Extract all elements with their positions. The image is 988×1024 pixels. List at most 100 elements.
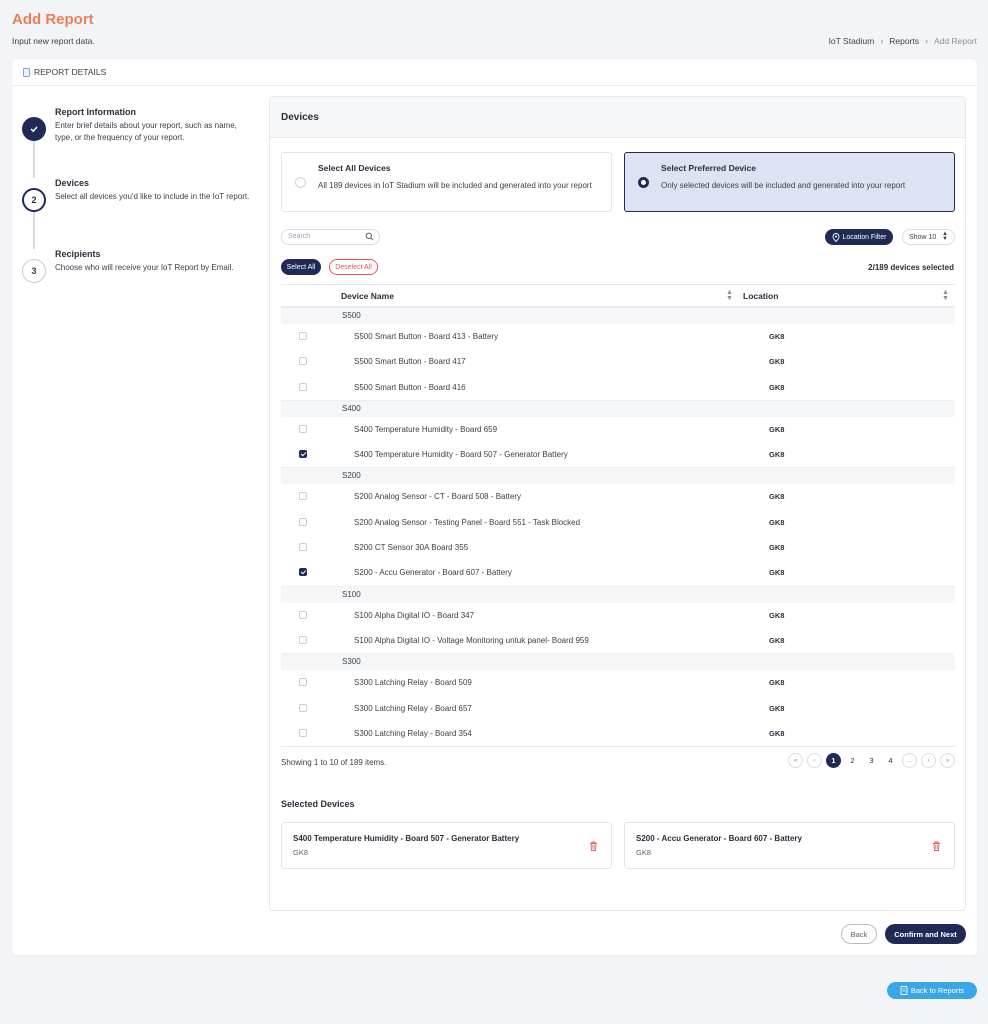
selected-device-location: GK8 <box>293 848 309 857</box>
row-checkbox[interactable] <box>299 492 307 501</box>
table-row[interactable]: S300 Latching Relay - Board 657 GK8 <box>281 696 955 721</box>
option-title: Select Preferred Device <box>661 163 756 173</box>
step-desc: Enter brief details about your report, s… <box>55 121 237 142</box>
row-checkbox[interactable] <box>299 357 307 366</box>
page-button[interactable]: 4 <box>883 753 898 768</box>
page-button[interactable]: 2 <box>845 753 860 768</box>
pagination-summary: Showing 1 to 10 of 189 items. <box>281 758 387 767</box>
row-checkbox[interactable] <box>299 517 307 526</box>
row-checkbox[interactable] <box>299 382 307 391</box>
select-all-button[interactable]: Select All <box>281 259 321 275</box>
row-checkbox[interactable] <box>299 728 307 737</box>
page-title: Add Report <box>12 11 94 28</box>
table-row[interactable]: S400 Temperature Humidity - Board 659 GK8 <box>281 417 955 442</box>
selected-device-name: S200 - Accu Generator - Board 607 - Batt… <box>636 834 802 843</box>
page-button[interactable]: 3 <box>864 753 879 768</box>
location-cell: GK8 <box>769 357 785 367</box>
table-row[interactable]: S100 Alpha Digital IO - Board 347 GK8 <box>281 603 955 628</box>
deselect-all-button[interactable]: Deselect All <box>329 259 378 275</box>
device-name-cell: S300 Latching Relay - Board 657 <box>354 703 472 713</box>
device-name-cell: S400 Temperature Humidity - Board 659 <box>354 424 498 434</box>
breadcrumb-item-reports[interactable]: Reports <box>889 36 919 46</box>
group-label: S400 <box>342 403 361 413</box>
location-cell: GK8 <box>769 382 785 392</box>
radio-select-preferred[interactable] <box>638 177 649 188</box>
location-filter-label: Location Filter <box>842 233 887 241</box>
device-name-cell: S500 Smart Button - Board 416 <box>354 382 466 392</box>
devices-panel-title: Devices <box>270 97 965 138</box>
table-bottom-border <box>281 746 955 748</box>
step-title: Report Information <box>55 107 136 117</box>
sort-icon[interactable]: ▲ ▼ <box>942 289 949 302</box>
step-desc: Select all devices you'd like to include… <box>55 192 250 201</box>
show-count-value: Show 10 <box>909 233 937 241</box>
sort-icon[interactable]: ▲ ▼ <box>726 289 733 302</box>
radio-select-all[interactable] <box>295 177 306 188</box>
page-nav-button[interactable]: ‹ <box>807 753 822 768</box>
location-cell: GK8 <box>769 492 785 502</box>
row-checkbox[interactable] <box>299 678 307 687</box>
column-device-name[interactable]: Device Name <box>341 291 394 301</box>
page-nav-button[interactable]: ... <box>902 753 917 768</box>
table-row[interactable]: S200 CT Sensor 30A Board 355 GK8 <box>281 535 955 560</box>
page-subtitle: Input new report data. <box>12 36 95 46</box>
page-nav-button[interactable]: › <box>921 753 936 768</box>
page-nav-button[interactable]: « <box>788 753 803 768</box>
back-button[interactable]: Back <box>841 924 877 944</box>
table-row[interactable]: S500 Smart Button - Board 416 GK8 <box>281 375 955 400</box>
row-checkbox[interactable] <box>299 610 307 619</box>
location-cell: GK8 <box>769 678 785 688</box>
page-nav-button[interactable]: » <box>940 753 955 768</box>
trash-icon[interactable] <box>589 841 598 851</box>
table-row[interactable]: S200 - Accu Generator - Board 607 - Batt… <box>281 560 955 585</box>
show-count-select[interactable]: Show 10 ▲ ▼ <box>902 229 955 245</box>
search-placeholder: Search <box>288 233 311 240</box>
row-checkbox[interactable] <box>299 703 307 712</box>
table-row[interactable]: S200 Analog Sensor - Testing Panel - Boa… <box>281 510 955 535</box>
check-icon <box>22 117 46 141</box>
location-cell: GK8 <box>769 517 785 527</box>
table-row[interactable]: S400 Temperature Humidity - Board 507 - … <box>281 442 955 467</box>
sort-updown-icon: ▲ ▼ <box>942 231 948 242</box>
row-checkbox[interactable] <box>299 568 307 577</box>
location-filter-button[interactable]: Location Filter <box>825 229 893 245</box>
back-to-reports-label: Back to Reports <box>910 986 965 995</box>
chevron-right-icon: › <box>880 36 884 46</box>
selected-device-name: S400 Temperature Humidity - Board 507 - … <box>293 834 520 843</box>
option-select-preferred-device[interactable]: Select Preferred Device Only selected de… <box>624 152 955 212</box>
breadcrumb-item-iot-stadium[interactable]: IoT Stadium <box>829 36 875 46</box>
step-title: Recipients <box>55 249 101 259</box>
device-name-cell: S500 Smart Button - Board 417 <box>354 357 466 367</box>
pagination: « ‹ 1 2 3 4... › » <box>788 753 955 768</box>
row-checkbox[interactable] <box>299 332 307 340</box>
search-icon <box>365 232 374 241</box>
row-checkbox[interactable] <box>299 450 307 459</box>
confirm-and-next-button[interactable]: Confirm and Next <box>885 924 966 944</box>
group-label: S500 <box>342 311 361 320</box>
row-checkbox[interactable] <box>299 635 307 644</box>
group-label: S200 <box>342 471 361 481</box>
back-to-reports-button[interactable]: Back to Reports <box>887 982 977 999</box>
table-group-row: S500 <box>281 307 955 324</box>
row-checkbox[interactable] <box>299 424 307 433</box>
page-button[interactable]: 1 <box>826 753 841 768</box>
table-row[interactable]: S300 Latching Relay - Board 509 GK8 <box>281 670 955 695</box>
trash-icon[interactable] <box>932 841 941 851</box>
table-row[interactable]: S500 Smart Button - Board 417 GK8 <box>281 349 955 374</box>
location-cell: GK8 <box>769 728 785 738</box>
table-group-row: S200 <box>281 467 955 485</box>
table-row[interactable]: S200 Analog Sensor - CT - Board 508 - Ba… <box>281 484 955 509</box>
location-cell: GK8 <box>769 568 785 578</box>
option-select-all-devices[interactable]: Select All Devices All 189 devices in Io… <box>281 152 612 212</box>
device-name-cell: S300 Latching Relay - Board 509 <box>354 678 472 688</box>
table-row[interactable]: S300 Latching Relay - Board 354 GK8 <box>281 721 955 746</box>
option-title: Select All Devices <box>318 163 391 173</box>
table-row[interactable]: S500 Smart Button - Board 413 - Battery G… <box>281 324 955 349</box>
search-input[interactable]: Search <box>281 229 380 245</box>
table-row[interactable]: S100 Alpha Digital IO - Voltage Monitori… <box>281 628 955 653</box>
selected-count: 2/189 devices selected <box>868 263 954 272</box>
column-location[interactable]: Location <box>743 291 778 301</box>
selected-devices-title: Selected Devices <box>281 799 355 809</box>
row-checkbox[interactable] <box>299 543 307 552</box>
device-name-cell: S200 Analog Sensor - CT - Board 508 - Ba… <box>354 492 522 502</box>
